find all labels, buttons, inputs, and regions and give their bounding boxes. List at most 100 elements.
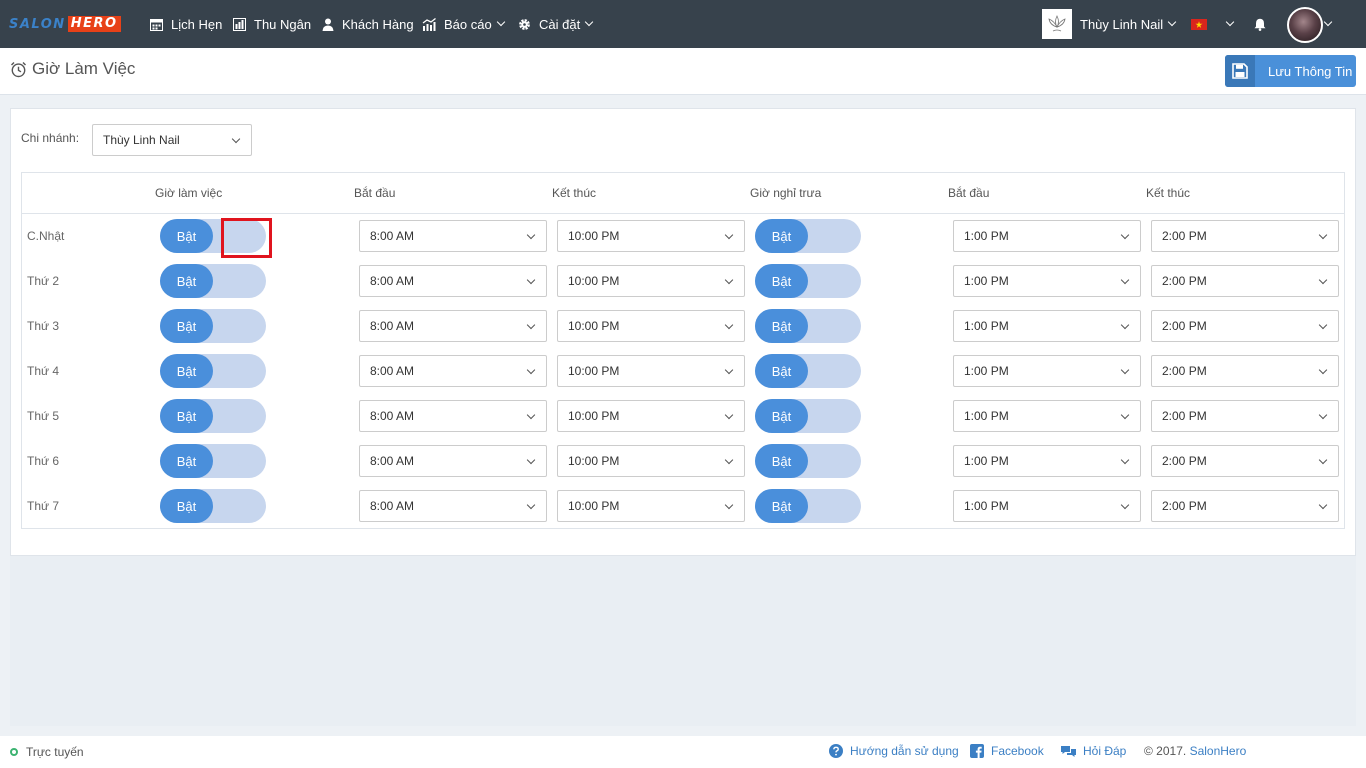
nav-customers[interactable]: Khách Hàng <box>322 16 414 32</box>
help-link[interactable]: Hướng dẫn sử dụng <box>829 744 959 758</box>
day-label: Thứ 3 <box>27 319 60 333</box>
chevron-down-icon <box>1120 320 1130 330</box>
lunch-end-time-select[interactable]: 2:00 PM <box>1151 490 1339 522</box>
lotus-icon <box>1048 15 1066 32</box>
lunch-start-time-select[interactable]: 1:00 PM <box>953 490 1141 522</box>
work-hours-toggle[interactable]: Bật <box>160 489 266 523</box>
account-menu[interactable] <box>1323 16 1333 32</box>
start-time-select[interactable]: 8:00 AM <box>359 265 547 297</box>
header-lunch-break: Giờ nghỉ trưa <box>750 186 822 200</box>
time-select-value: 10:00 PM <box>568 229 620 243</box>
lunch-break-toggle[interactable]: Bật <box>755 399 861 433</box>
page-title: Giờ Làm Việc <box>10 59 135 79</box>
day-label: Thứ 5 <box>27 409 60 423</box>
qa-link[interactable]: Hỏi Đáp <box>1061 744 1126 758</box>
save-button[interactable]: Lưu Thông Tin <box>1225 55 1356 87</box>
lunch-break-toggle[interactable]: Bật <box>755 489 861 523</box>
copyright: © 2017. SalonHero <box>1144 744 1246 758</box>
end-time-select[interactable]: 10:00 PM <box>557 220 745 252</box>
work-hours-toggle[interactable]: Bật <box>160 399 266 433</box>
time-select-value: 10:00 PM <box>568 364 620 378</box>
lunch-start-time-select[interactable]: 1:00 PM <box>953 220 1141 252</box>
lunch-break-toggle[interactable]: Bật <box>755 309 861 343</box>
chevron-down-icon <box>724 275 734 285</box>
work-hours-toggle[interactable]: Bật <box>160 309 266 343</box>
start-time-select[interactable]: 8:00 AM <box>359 445 547 477</box>
online-status: Trực tuyến <box>10 745 84 759</box>
lunch-break-toggle[interactable]: Bật <box>755 264 861 298</box>
work-hours-toggle-knob: Bật <box>160 264 213 298</box>
end-time-select[interactable]: 10:00 PM <box>557 310 745 342</box>
lunch-start-time-select[interactable]: 1:00 PM <box>953 310 1141 342</box>
nav-appointments[interactable]: Lịch Hẹn <box>150 16 222 32</box>
store-name-label: Thùy Linh Nail <box>1080 16 1164 32</box>
end-time-select[interactable]: 10:00 PM <box>557 445 745 477</box>
branch-select[interactable]: Thùy Linh Nail <box>92 124 252 156</box>
end-time-select[interactable]: 10:00 PM <box>557 400 745 432</box>
chevron-down-icon <box>526 320 536 330</box>
end-time-select[interactable]: 10:00 PM <box>557 355 745 387</box>
lunch-break-toggle-knob: Bật <box>755 444 808 478</box>
lunch-break-toggle[interactable]: Bật <box>755 354 861 388</box>
day-label: Thứ 6 <box>27 454 60 468</box>
chevron-down-icon <box>724 410 734 420</box>
copyright-text: © 2017. <box>1144 744 1187 758</box>
lunch-break-toggle[interactable]: Bật <box>755 444 861 478</box>
nav-reports[interactable]: Báo cáo <box>422 16 505 32</box>
start-time-select[interactable]: 8:00 AM <box>359 310 547 342</box>
user-icon <box>322 18 334 31</box>
time-select-value: 2:00 PM <box>1162 319 1207 333</box>
nav-cashier[interactable]: Thu Ngân <box>233 16 311 32</box>
lunch-break-toggle[interactable]: Bật <box>755 219 861 253</box>
highlight-box <box>221 218 272 258</box>
store-selector[interactable]: Thùy Linh Nail <box>1080 16 1177 32</box>
copyright-brand[interactable]: SalonHero <box>1190 744 1247 758</box>
time-select-value: 1:00 PM <box>964 364 1009 378</box>
chart-icon <box>422 17 436 31</box>
time-select-value: 8:00 AM <box>370 274 415 288</box>
nav-settings[interactable]: Cài đặt <box>518 16 594 32</box>
notifications-button[interactable] <box>1254 16 1274 32</box>
lunch-start-time-select[interactable]: 1:00 PM <box>953 445 1141 477</box>
alarm-clock-icon <box>11 61 26 77</box>
lunch-end-time-select[interactable]: 2:00 PM <box>1151 445 1339 477</box>
work-hours-toggle[interactable]: Bật <box>160 354 266 388</box>
lunch-break-toggle-knob: Bật <box>755 264 808 298</box>
time-select-value: 1:00 PM <box>964 499 1009 513</box>
help-link-label: Hướng dẫn sử dụng <box>850 744 959 758</box>
lunch-end-time-select[interactable]: 2:00 PM <box>1151 400 1339 432</box>
language-selector[interactable] <box>1191 16 1235 32</box>
start-time-select[interactable]: 8:00 AM <box>359 490 547 522</box>
end-time-select[interactable]: 10:00 PM <box>557 265 745 297</box>
chevron-down-icon <box>724 230 734 240</box>
lunch-end-time-select[interactable]: 2:00 PM <box>1151 265 1339 297</box>
chevron-down-icon <box>526 455 536 465</box>
lunch-start-time-select[interactable]: 1:00 PM <box>953 265 1141 297</box>
start-time-select[interactable]: 8:00 AM <box>359 355 547 387</box>
time-select-value: 10:00 PM <box>568 499 620 513</box>
lunch-end-time-select[interactable]: 2:00 PM <box>1151 220 1339 252</box>
work-hours-toggle[interactable]: Bật <box>160 444 266 478</box>
salonhero-logo[interactable]: SALON HERO <box>9 16 121 32</box>
lunch-break-toggle-knob: Bật <box>755 309 808 343</box>
chevron-down-icon <box>526 500 536 510</box>
chevron-down-icon <box>526 230 536 240</box>
facebook-link[interactable]: Facebook <box>970 744 1044 758</box>
start-time-select[interactable]: 8:00 AM <box>359 220 547 252</box>
lunch-start-time-select[interactable]: 1:00 PM <box>953 400 1141 432</box>
work-hours-toggle[interactable]: Bật <box>160 264 266 298</box>
start-time-select[interactable]: 8:00 AM <box>359 400 547 432</box>
logo-text-salon: SALON <box>9 16 66 32</box>
lunch-end-time-select[interactable]: 2:00 PM <box>1151 355 1339 387</box>
chevron-down-icon <box>1167 17 1177 27</box>
lunch-end-time-select[interactable]: 2:00 PM <box>1151 310 1339 342</box>
user-avatar[interactable] <box>1287 7 1323 43</box>
chat-bubbles-icon <box>1061 745 1076 757</box>
store-logo <box>1042 9 1072 39</box>
header-work-hours: Giờ làm việc <box>155 186 223 200</box>
work-hours-toggle-knob: Bật <box>160 489 213 523</box>
end-time-select[interactable]: 10:00 PM <box>557 490 745 522</box>
nav-customers-label: Khách Hàng <box>342 16 414 32</box>
lunch-start-time-select[interactable]: 1:00 PM <box>953 355 1141 387</box>
logo-text-hero: HERO <box>67 16 121 32</box>
